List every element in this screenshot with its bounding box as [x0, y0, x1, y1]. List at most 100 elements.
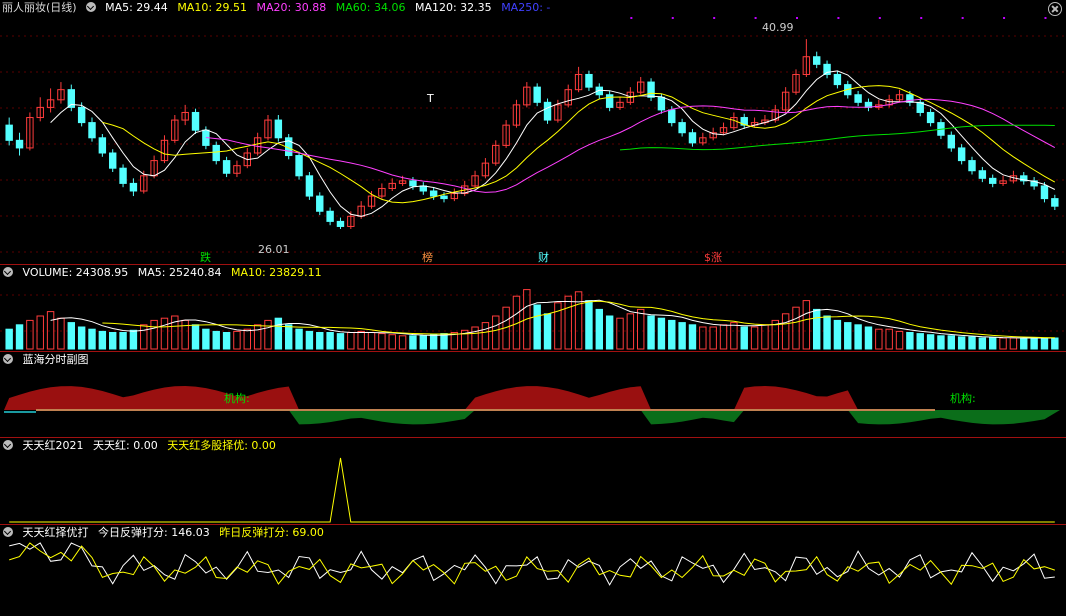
volume-bar[interactable] [409, 335, 417, 350]
collapse-icon[interactable] [3, 267, 13, 277]
volume-bar[interactable] [253, 324, 262, 350]
candle[interactable] [119, 167, 127, 184]
volume-bar[interactable] [564, 295, 572, 350]
volume-bar[interactable] [688, 324, 697, 350]
candle[interactable] [533, 86, 541, 103]
collapse-icon[interactable] [3, 354, 13, 364]
volume-bar[interactable] [481, 322, 490, 350]
candle[interactable] [15, 139, 24, 149]
volume-bar[interactable] [233, 330, 241, 350]
volume-bar[interactable] [885, 328, 893, 350]
volume-bar[interactable] [999, 337, 1007, 350]
volume-bar[interactable] [440, 333, 448, 350]
volume-bar[interactable] [336, 333, 345, 350]
candle[interactable] [88, 122, 96, 139]
volume-bar[interactable] [533, 304, 541, 350]
candle[interactable] [978, 170, 987, 179]
volume-bar[interactable] [222, 332, 231, 350]
candle[interactable] [657, 96, 666, 111]
volume-bar[interactable] [833, 319, 842, 350]
score-pane[interactable]: 天天红择优打 今日反弹打分: 146.03 昨日反弹打分: 69.00 [0, 525, 1066, 616]
volume-bar[interactable] [119, 332, 127, 350]
candle[interactable] [585, 73, 593, 88]
volume-bar[interactable] [129, 329, 138, 350]
volume-bar[interactable] [657, 317, 666, 350]
volume-bar[interactable] [812, 308, 821, 350]
volume-bar[interactable] [750, 326, 759, 350]
volume-bar[interactable] [978, 337, 987, 350]
volume-bar[interactable] [802, 300, 811, 350]
close-icon[interactable] [1048, 2, 1062, 16]
volume-bar[interactable] [108, 332, 117, 350]
volume-bar[interactable] [5, 328, 13, 350]
volume-bar[interactable] [305, 330, 314, 350]
volume-bar[interactable] [647, 315, 655, 350]
collapse-icon[interactable] [85, 2, 96, 12]
volume-bar[interactable] [1051, 337, 1059, 350]
volume-bar[interactable] [284, 324, 293, 350]
volume-bar[interactable] [212, 330, 220, 350]
volume-bar[interactable] [295, 328, 303, 350]
volume-bar[interactable] [585, 300, 593, 350]
volume-bar[interactable] [243, 328, 252, 350]
volume-bar[interactable] [316, 332, 324, 350]
candle[interactable] [440, 195, 448, 200]
candle[interactable] [191, 111, 200, 131]
kline-pane[interactable]: 丽人丽妆(日线) MA5: 29.44 MA10: 29.51 MA20: 30… [0, 0, 1066, 264]
volume-bar[interactable] [15, 324, 24, 350]
volume-bar[interactable] [792, 306, 800, 350]
volume-bar[interactable] [947, 335, 956, 350]
candle[interactable] [295, 155, 303, 177]
lanhai-chart[interactable] [0, 352, 1066, 437]
volume-bar[interactable] [326, 332, 334, 350]
candle[interactable] [957, 147, 966, 162]
volume-bar[interactable] [968, 336, 976, 350]
candle[interactable] [647, 81, 655, 98]
volume-bar[interactable] [150, 319, 158, 350]
volume-bar[interactable] [36, 315, 44, 350]
candle[interactable] [605, 94, 614, 108]
candle[interactable] [688, 132, 697, 144]
volume-bar[interactable] [492, 315, 500, 350]
volume-bar[interactable] [388, 334, 396, 350]
candle[interactable] [222, 160, 231, 174]
candle[interactable] [326, 210, 334, 222]
volume-bar[interactable] [730, 322, 738, 350]
candle[interactable] [678, 122, 686, 134]
volume-bar[interactable] [46, 311, 55, 350]
volume-bar[interactable] [595, 308, 604, 350]
volume-pane[interactable]: VOLUME: 24308.95 MA5: 25240.84 MA10: 238… [0, 265, 1066, 351]
candle[interactable] [98, 137, 107, 154]
volume-bar[interactable] [699, 326, 707, 350]
candle[interactable] [968, 160, 976, 172]
candle[interactable] [336, 220, 345, 227]
candle[interactable] [988, 177, 997, 184]
candle[interactable] [1051, 198, 1059, 207]
volume-bar[interactable] [57, 317, 65, 350]
kline-chart[interactable] [0, 0, 1066, 264]
volume-bar[interactable] [616, 317, 624, 350]
candle[interactable] [833, 73, 842, 86]
volume-bar[interactable] [1020, 337, 1028, 350]
volume-bar[interactable] [1030, 337, 1038, 350]
volume-bar[interactable] [429, 334, 438, 350]
candle[interactable] [854, 94, 862, 103]
volume-bar[interactable] [854, 324, 862, 350]
lanhai-pane[interactable]: 蓝海分时副图 机构: 机构: [0, 352, 1066, 437]
volume-bar[interactable] [67, 322, 76, 350]
volume-bar[interactable] [574, 291, 583, 350]
volume-bar[interactable] [398, 335, 407, 350]
volume-bar[interactable] [761, 324, 769, 350]
candle[interactable] [305, 175, 314, 197]
volume-bar[interactable] [77, 326, 86, 350]
volume-bar[interactable] [378, 333, 386, 350]
volume-bar[interactable] [906, 332, 914, 350]
candle[interactable] [316, 195, 324, 212]
volume-bar[interactable] [957, 336, 966, 350]
candle[interactable] [812, 56, 821, 65]
volume-bar[interactable] [740, 326, 748, 350]
volume-bar[interactable] [1009, 337, 1018, 350]
volume-bar[interactable] [668, 319, 676, 350]
volume-bar[interactable] [202, 328, 210, 350]
candle[interactable] [947, 134, 956, 149]
